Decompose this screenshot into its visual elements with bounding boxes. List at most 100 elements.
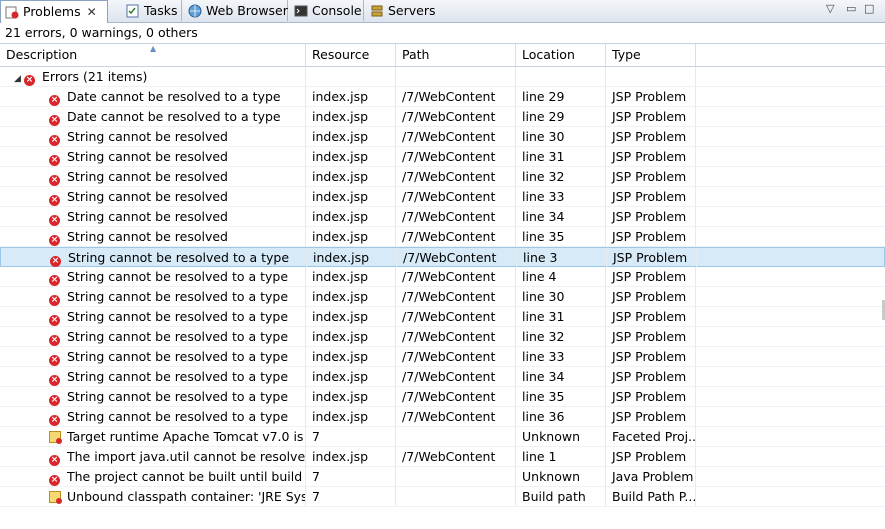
table-row[interactable]: × String cannot be resolved to a type inde… — [0, 367, 885, 387]
path-cell: /7/WebContent — [396, 447, 516, 466]
group-cell-empty — [606, 67, 696, 86]
description-text: String cannot be resolved — [67, 149, 228, 164]
column-header-type[interactable]: Type — [606, 44, 696, 66]
resource-cell: index.jsp — [306, 307, 396, 326]
description-text: Unbound classpath container: 'JRE Syster — [67, 489, 306, 504]
description-cell: × String cannot be resolved to a type — [0, 267, 306, 286]
resource-cell: index.jsp — [306, 147, 396, 166]
tab-servers[interactable]: Servers — [366, 0, 436, 21]
tab-web-browser[interactable]: Web Browser — [184, 0, 288, 21]
table-row[interactable]: × The import java.util cannot be resolved… — [0, 447, 885, 467]
table-row[interactable]: × String cannot be resolved index.jsp/7/We… — [0, 167, 885, 187]
type-cell: JSP Problem — [606, 127, 696, 146]
table-row[interactable]: × String cannot be resolved index.jsp/7/We… — [0, 187, 885, 207]
table-row[interactable]: × String cannot be resolved to a type inde… — [0, 347, 885, 367]
error-icon: × — [50, 256, 61, 267]
column-header-description[interactable]: Description ▲ — [0, 44, 306, 66]
table-row[interactable]: × Date cannot be resolved to a type index.… — [0, 87, 885, 107]
path-cell: /7/WebContent — [396, 127, 516, 146]
path-cell: /7/WebContent — [396, 107, 516, 126]
description-cell: × String cannot be resolved — [0, 147, 306, 166]
description-cell: × String cannot be resolved to a type — [0, 387, 306, 406]
table-row[interactable]: × String cannot be resolved to a type inde… — [0, 327, 885, 347]
location-cell: line 33 — [516, 347, 606, 366]
problems-icon — [5, 4, 19, 19]
error-icon: × — [49, 355, 60, 366]
type-cell: JSP Problem — [606, 387, 696, 406]
resource-cell: index.jsp — [306, 387, 396, 406]
resource-cell: index.jsp — [306, 167, 396, 186]
table-row[interactable]: × String cannot be resolved to a type inde… — [0, 287, 885, 307]
type-cell: Faceted Proj... — [606, 427, 696, 446]
path-cell: /7/WebContent — [396, 87, 516, 106]
type-cell: JSP Problem — [606, 107, 696, 126]
description-text: Date cannot be resolved to a type — [67, 109, 281, 124]
group-row-errors[interactable]: ◢ × Errors (21 items) — [0, 67, 885, 87]
type-cell: JSP Problem — [606, 287, 696, 306]
table-row[interactable]: × String cannot be resolved index.jsp/7/We… — [0, 127, 885, 147]
path-cell: /7/WebContent — [396, 307, 516, 326]
table-row[interactable]: Target runtime Apache Tomcat v7.0 is nc 7… — [0, 427, 885, 447]
description-cell: × String cannot be resolved — [0, 167, 306, 186]
globe-icon — [188, 3, 202, 18]
maximize-icon[interactable]: □ — [864, 2, 874, 16]
tab-tasks[interactable]: Tasks — [122, 0, 182, 21]
resource-cell: 7 — [306, 427, 396, 446]
description-text: String cannot be resolved to a type — [67, 289, 289, 304]
table-row[interactable]: × String cannot be resolved to a type inde… — [0, 247, 885, 267]
table-row[interactable]: Unbound classpath container: 'JRE Syster… — [0, 487, 885, 507]
path-cell: /7/WebContent — [396, 407, 516, 426]
path-cell: /7/WebContent — [396, 287, 516, 306]
tab-label: Problems — [23, 4, 81, 19]
path-cell: /7/WebContent — [396, 367, 516, 386]
description-cell: Target runtime Apache Tomcat v7.0 is nc — [0, 427, 306, 446]
column-header-location[interactable]: Location — [516, 44, 606, 66]
location-cell: line 34 — [516, 207, 606, 226]
error-icon: × — [49, 195, 60, 206]
table-row[interactable]: × String cannot be resolved index.jsp/7/We… — [0, 227, 885, 247]
type-cell: JSP Problem — [607, 248, 697, 267]
type-cell: JSP Problem — [606, 227, 696, 246]
table-row[interactable]: × String cannot be resolved index.jsp/7/We… — [0, 207, 885, 227]
description-cell: × String cannot be resolved to a type — [0, 407, 306, 426]
description-text: String cannot be resolved to a type — [67, 349, 289, 364]
expand-triangle-icon[interactable]: ◢ — [14, 69, 24, 86]
type-cell: JSP Problem — [606, 407, 696, 426]
close-icon[interactable]: ✕ — [87, 5, 97, 19]
column-header-path[interactable]: Path — [396, 44, 516, 66]
resource-cell: index.jsp — [306, 347, 396, 366]
tab-console[interactable]: Console — [290, 0, 364, 21]
column-header-resource[interactable]: Resource — [306, 44, 396, 66]
path-cell — [396, 487, 516, 506]
location-cell: line 35 — [516, 227, 606, 246]
description-cell: × String cannot be resolved — [0, 127, 306, 146]
table-row[interactable]: × String cannot be resolved to a type inde… — [0, 407, 885, 427]
table-row[interactable]: × The project cannot be built until build… — [0, 467, 885, 487]
table-row[interactable]: × String cannot be resolved to a type inde… — [0, 387, 885, 407]
table-row[interactable]: × Date cannot be resolved to a type index.… — [0, 107, 885, 127]
error-icon: × — [49, 135, 60, 146]
tab-label: Web Browser — [206, 3, 288, 18]
table-row[interactable]: × String cannot be resolved to a type inde… — [0, 267, 885, 287]
problems-table: ◢ × Errors (21 items) × Date cannot be reso… — [0, 67, 885, 507]
location-cell: line 3 — [517, 248, 607, 267]
location-cell: line 29 — [516, 87, 606, 106]
resource-cell: index.jsp — [306, 107, 396, 126]
column-header-label: Description — [6, 47, 78, 62]
error-icon: × — [49, 315, 60, 326]
location-cell: line 34 — [516, 367, 606, 386]
problems-summary: 21 errors, 0 warnings, 0 others — [0, 23, 885, 43]
description-text: String cannot be resolved to a type — [67, 309, 289, 324]
table-row[interactable]: × String cannot be resolved to a type inde… — [0, 307, 885, 327]
minimize-icon[interactable]: ▭ — [846, 2, 856, 16]
tab-problems[interactable]: Problems ✕ — [0, 0, 108, 23]
error-icon: × — [24, 75, 35, 86]
table-row[interactable]: × String cannot be resolved index.jsp/7/We… — [0, 147, 885, 167]
description-cell: × String cannot be resolved — [0, 207, 306, 226]
view-menu-icon[interactable]: ▽ — [826, 2, 834, 16]
description-text: The project cannot be built until build … — [67, 469, 306, 484]
resource-cell: index.jsp — [306, 367, 396, 386]
console-icon — [294, 3, 308, 17]
error-icon: × — [49, 155, 60, 166]
error-icon: × — [49, 395, 60, 406]
